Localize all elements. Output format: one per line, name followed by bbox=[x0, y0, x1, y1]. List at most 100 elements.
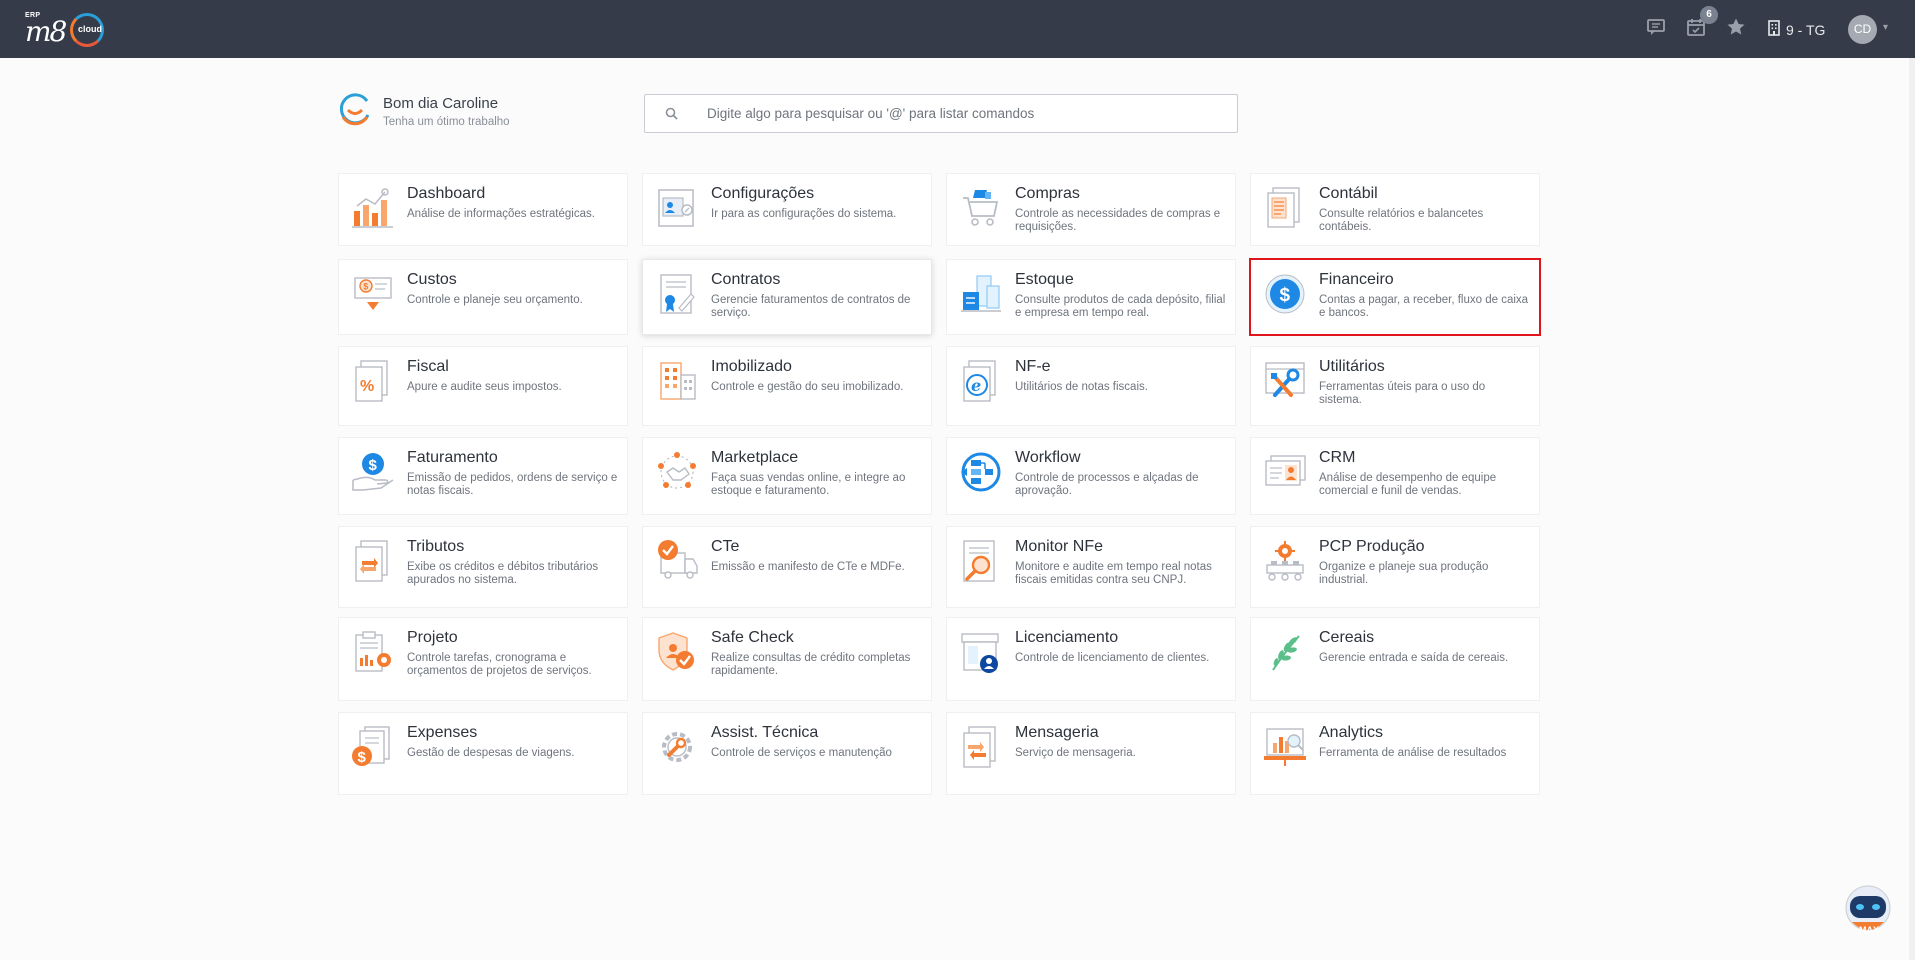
module-title: Tributos bbox=[407, 538, 465, 555]
svg-text:$: $ bbox=[369, 457, 378, 474]
transfer-document-icon bbox=[351, 539, 395, 583]
module-card-assist-tecnica[interactable]: Assist. Técnica Controle de serviços e m… bbox=[642, 712, 932, 795]
module-title: Monitor NFe bbox=[1015, 538, 1104, 555]
module-card-nfe[interactable]: e NF-e Utilitários de notas fiscais. bbox=[946, 346, 1236, 426]
chevron-down-icon[interactable]: ▾ bbox=[1883, 22, 1888, 33]
truck-check-icon bbox=[655, 539, 699, 583]
module-description: Controle e planeje seu orçamento. bbox=[407, 294, 583, 306]
shopping-cart-icon bbox=[959, 186, 1003, 230]
notification-badge: 6 bbox=[1700, 6, 1718, 24]
module-card-expenses[interactable]: $ Expenses Gestão de despesas de viagens… bbox=[338, 712, 628, 795]
module-title: Assist. Técnica bbox=[711, 724, 819, 741]
logo-cloud-text: cloud bbox=[78, 24, 102, 34]
billing-icon: $ bbox=[351, 450, 395, 494]
company-label: 9 - TG bbox=[1786, 21, 1826, 38]
building-icon bbox=[655, 359, 699, 403]
module-description: Realize consultas de crédito completas r… bbox=[711, 652, 911, 677]
module-card-dashboard[interactable]: Dashboard Análise de informações estraté… bbox=[338, 173, 628, 246]
module-card-imobilizado[interactable]: Imobilizado Controle e gestão do seu imo… bbox=[642, 346, 932, 426]
svg-text:e: e bbox=[971, 376, 981, 395]
module-title: Utilitários bbox=[1319, 358, 1385, 375]
module-card-contratos[interactable]: Contratos Gerencie faturamentos de contr… bbox=[642, 259, 932, 335]
search-icon bbox=[665, 107, 678, 125]
module-title: NF-e bbox=[1015, 358, 1051, 375]
module-description: Monitore e audite em tempo real notas fi… bbox=[1015, 561, 1212, 586]
module-card-cte[interactable]: CTe Emissão e manifesto de CTe e MDFe. bbox=[642, 526, 932, 608]
greeting-title: Bom dia Caroline bbox=[383, 95, 499, 112]
search-box[interactable] bbox=[644, 94, 1238, 133]
module-title: Dashboard bbox=[407, 185, 486, 202]
module-card-configuracoes[interactable]: Configurações Ir para as configurações d… bbox=[642, 173, 932, 246]
module-title: Workflow bbox=[1015, 449, 1081, 466]
module-title: Custos bbox=[407, 271, 457, 288]
module-description: Consulte produtos de cada depósito, fili… bbox=[1015, 294, 1226, 319]
module-card-cereais[interactable]: Cereais Gerencie entrada e saída de cere… bbox=[1250, 617, 1540, 701]
handshake-icon bbox=[655, 450, 699, 494]
module-description: Controle de licenciamento de clientes. bbox=[1015, 652, 1210, 664]
module-card-mensageria[interactable]: Mensageria Serviço de mensageria. bbox=[946, 712, 1236, 795]
search-input[interactable] bbox=[707, 95, 1227, 132]
svg-text:$: $ bbox=[1280, 285, 1291, 306]
module-title: Projeto bbox=[407, 629, 458, 646]
module-title: Contratos bbox=[711, 271, 781, 288]
dollar-icon: $ bbox=[1263, 272, 1307, 316]
star-icon[interactable] bbox=[1726, 17, 1746, 37]
module-description: Análise de informações estratégicas. bbox=[407, 208, 595, 220]
module-title: Safe Check bbox=[711, 629, 794, 646]
contract-icon bbox=[655, 272, 699, 316]
module-title: Imobilizado bbox=[711, 358, 792, 375]
module-card-licenciamento[interactable]: Licenciamento Controle de licenciamento … bbox=[946, 617, 1236, 701]
module-description: Ir para as configurações do sistema. bbox=[711, 208, 897, 220]
erp-logo[interactable]: ERP m8 cloud bbox=[22, 10, 117, 50]
module-card-custos[interactable]: $ Custos Controle e planeje seu orçament… bbox=[338, 259, 628, 335]
module-title: Compras bbox=[1015, 185, 1080, 202]
module-description: Organize e planeje sua produção industri… bbox=[1319, 561, 1489, 586]
module-description: Controle as necessidades de compras e re… bbox=[1015, 208, 1221, 233]
company-selector[interactable]: 9 - TG bbox=[1768, 20, 1825, 39]
module-description: Controle de processos e alçadas de aprov… bbox=[1015, 472, 1199, 497]
module-title: Marketplace bbox=[711, 449, 799, 466]
module-title: Financeiro bbox=[1319, 271, 1394, 288]
module-card-safe-check[interactable]: Safe Check Realize consultas de crédito … bbox=[642, 617, 932, 701]
crm-icon bbox=[1263, 450, 1307, 494]
license-icon bbox=[959, 630, 1003, 674]
module-description: Controle e gestão do seu imobilizado. bbox=[711, 381, 904, 393]
svg-text:$: $ bbox=[358, 749, 367, 766]
module-card-marketplace[interactable]: Marketplace Faça suas vendas online, e i… bbox=[642, 437, 932, 515]
module-card-pcp-producao[interactable]: PCP Produção Organize e planeje sua prod… bbox=[1250, 526, 1540, 608]
assistant-robot[interactable]: MAX bbox=[1838, 882, 1898, 946]
module-card-compras[interactable]: Compras Controle as necessidades de comp… bbox=[946, 173, 1236, 246]
module-description: Exibe os créditos e débitos tributários … bbox=[407, 561, 599, 586]
module-card-contabil[interactable]: Contábil Consulte relatórios e balancete… bbox=[1250, 173, 1540, 246]
workflow-icon bbox=[959, 450, 1003, 494]
tools-icon bbox=[1263, 359, 1307, 403]
module-card-faturamento[interactable]: $ Faturamento Emissão de pedidos, ordens… bbox=[338, 437, 628, 515]
module-card-analytics[interactable]: Analytics Ferramenta de análise de resul… bbox=[1250, 712, 1540, 795]
module-description: Apure e audite seus impostos. bbox=[407, 381, 562, 393]
module-card-monitor-nfe[interactable]: Monitor NFe Monitore e audite em tempo r… bbox=[946, 526, 1236, 608]
chat-icon[interactable] bbox=[1646, 17, 1666, 37]
user-avatar[interactable]: CD bbox=[1848, 15, 1877, 44]
module-card-workflow[interactable]: Workflow Controle de processos e alçadas… bbox=[946, 437, 1236, 515]
percent-document-icon: % bbox=[351, 359, 395, 403]
module-card-estoque[interactable]: Estoque Consulte produtos de cada depósi… bbox=[946, 259, 1236, 335]
cost-icon: $ bbox=[351, 272, 395, 316]
module-description: Gerencie entrada e saída de cereais. bbox=[1319, 652, 1509, 664]
module-description: Utilitários de notas fiscais. bbox=[1015, 381, 1148, 393]
module-description: Ferramentas úteis para o uso do sistema. bbox=[1319, 381, 1486, 406]
module-card-tributos[interactable]: Tributos Exibe os créditos e débitos tri… bbox=[338, 526, 628, 608]
module-card-fiscal[interactable]: % Fiscal Apure e audite seus impostos. bbox=[338, 346, 628, 426]
scrollbar[interactable] bbox=[1909, 58, 1915, 960]
module-title: Fiscal bbox=[407, 358, 449, 375]
module-description: Gerencie faturamentos de contratos de se… bbox=[711, 294, 911, 319]
top-bar: ERP m8 cloud 6 9 - TG CD ▾ bbox=[0, 0, 1915, 58]
module-card-financeiro[interactable]: $ Financeiro Contas a pagar, a receber, … bbox=[1249, 258, 1541, 336]
module-card-crm[interactable]: CRM Análise de desempenho de equipe come… bbox=[1250, 437, 1540, 515]
module-description: Serviço de mensageria. bbox=[1015, 747, 1136, 759]
module-card-utilitarios[interactable]: Utilitários Ferramentas úteis para o uso… bbox=[1250, 346, 1540, 426]
module-card-projeto[interactable]: Projeto Controle tarefas, cronograma e o… bbox=[338, 617, 628, 701]
module-description: Controle tarefas, cronograma e orçamento… bbox=[407, 652, 592, 677]
module-title: Contábil bbox=[1319, 185, 1378, 202]
module-description: Emissão de pedidos, ordens de serviço e … bbox=[407, 472, 618, 497]
ledger-icon bbox=[1263, 186, 1307, 230]
